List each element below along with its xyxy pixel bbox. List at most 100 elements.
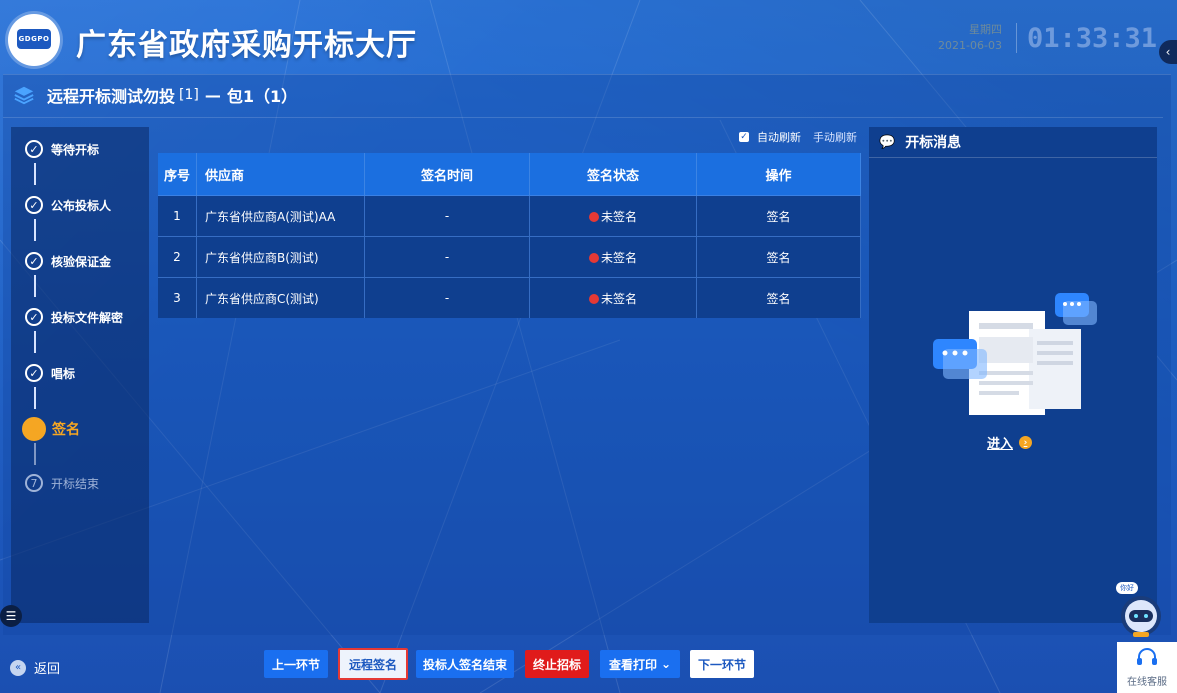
news-panel: 💬 开标消息 进入 › [869,127,1157,623]
cell-no: 2 [158,236,197,278]
back-label: 返回 [34,662,61,677]
next-step-button[interactable]: 下一环节 [690,650,754,678]
cell-time: - [364,195,530,237]
step-number-icon: 7 [25,474,43,492]
step-connector [34,163,36,185]
cell-status: 未签名 [529,236,697,278]
terminate-bid-button[interactable]: 终止招标 [525,650,589,678]
column-header-time: 签名时间 [364,153,530,196]
step-waiting: ✓ 等待开标 [25,137,99,161]
check-icon: ✓ [25,308,43,326]
clock-panel: 星期四 2021-06-03 01:33:31 [938,18,1157,58]
site-title: 广东省政府采购开标大厅 [76,28,417,63]
step-label: 投标文件解密 [51,310,124,325]
table-row: 2 广东省供应商B(测试) - 未签名 签名 [158,236,861,278]
step-announce-bids: ✓ 唱标 [25,361,75,385]
step-connector [34,331,36,353]
table-header-row: 序号 供应商 签名时间 签名状态 操作 [158,153,861,196]
view-print-button[interactable]: 查看打印 ⌄ [600,650,680,678]
step-label: 签名 [52,422,80,438]
back-arrow-icon: « [10,659,26,676]
cell-supplier: 广东省供应商C(测试) [196,277,365,318]
news-header: 💬 开标消息 [869,127,1157,158]
pencil-icon: ✎ [22,417,46,441]
check-icon: ✓ [25,364,43,382]
date: 2021-06-03 [938,39,1002,52]
step-label: 等待开标 [51,142,100,157]
step-sign: ✎ 签名 [22,417,80,441]
refresh-controls: ✓ 自动刷新 手动刷新 [739,129,857,145]
status-text: 未签名 [600,291,637,306]
manual-refresh-link[interactable]: 手动刷新 [813,129,857,145]
project-title: 远程开标测试勿投 [1] — 包1（1） [13,83,297,107]
main-panel: 远程开标测试勿投 [1] — 包1（1） ✓ 等待开标 ✓ 公布投标人 ✓ 核验… [0,74,1171,635]
sign-action-link[interactable]: 签名 [696,277,861,318]
weekday: 星期四 [968,23,1002,36]
chevron-left-icon[interactable]: ‹ [1159,40,1177,64]
cell-status: 未签名 [529,195,697,237]
bidder-sign-end-button[interactable]: 投标人签名结束 [416,650,514,678]
step-finish: 7 开标结束 [25,471,99,495]
remote-sign-button[interactable]: 远程签名 [338,648,408,680]
step-connector [34,219,36,241]
enter-label: 进入 [987,437,1014,452]
column-header-action: 操作 [696,153,861,196]
step-label: 唱标 [51,366,76,381]
red-dot-icon [588,212,599,222]
step-connector [34,275,36,297]
project-name: 远程开标测试勿投 [47,87,176,106]
step-decrypt: ✓ 投标文件解密 [25,305,123,329]
status-text: 未签名 [600,250,637,265]
cell-no: 3 [158,277,197,318]
service-label: 在线客服 [1127,677,1167,688]
chevron-down-icon: ⌄ [660,657,672,671]
signature-table: 序号 供应商 签名时间 签名状态 操作 1 广东省供应商A(测试)AA - 未签… [158,153,861,318]
divider [3,117,1163,118]
sign-action-link[interactable]: 签名 [696,236,861,278]
clock: 01:33:31 [1026,22,1157,54]
message-icon: 💬 [879,134,896,150]
robot-greeting: 你好 [1116,582,1138,594]
menu-icon[interactable]: ☰ [0,605,22,627]
cell-no: 1 [158,195,197,237]
project-package: 包1（1） [226,87,298,106]
bottom-toolbar: « 返回 上一环节 远程签名 投标人签名结束 终止招标 查看打印 ⌄ 下一环节 [0,640,1177,693]
check-icon: ✓ [25,252,43,270]
column-header-supplier: 供应商 [196,153,365,196]
cell-time: - [364,277,530,318]
cell-supplier: 广东省供应商B(测试) [196,236,365,278]
clock-divider [1015,23,1017,53]
status-text: 未签名 [600,209,637,224]
cell-time: - [364,236,530,278]
sign-action-link[interactable]: 签名 [696,195,861,237]
auto-refresh-checkbox[interactable]: ✓ [739,132,749,142]
headset-icon [1137,648,1157,665]
logo: GDGPO [8,14,60,66]
table-row: 3 广东省供应商C(测试) - 未签名 签名 [158,277,861,318]
auto-refresh-label[interactable]: 自动刷新 [757,129,801,145]
project-separator: — [204,85,221,105]
step-connector [34,443,36,465]
step-sidebar: ✓ 等待开标 ✓ 公布投标人 ✓ 核验保证金 ✓ 投标文件解密 ✓ 唱标 ✎ 签… [11,127,149,623]
online-service-button[interactable]: 在线客服 [1117,642,1177,693]
red-dot-icon [588,253,599,263]
column-header-status: 签名状态 [529,153,697,196]
red-dot-icon [588,294,599,304]
table-row: 1 广东省供应商A(测试)AA - 未签名 签名 [158,195,861,237]
step-label: 核验保证金 [51,254,112,269]
column-header-no: 序号 [158,153,197,196]
step-verify-deposit: ✓ 核验保证金 [25,249,111,273]
step-connector [34,387,36,409]
step-label: 开标结束 [51,476,100,491]
date-block: 星期四 2021-06-03 [938,22,1002,54]
news-title: 开标消息 [905,135,962,151]
cell-status: 未签名 [529,277,697,318]
enter-link[interactable]: 进入 › [987,433,1033,452]
header: GDGPO 广东省政府采购开标大厅 星期四 2021-06-03 01:33:3… [0,0,1177,74]
logo-text: GDGPO [17,29,51,49]
prev-step-button[interactable]: 上一环节 [264,650,328,678]
back-button[interactable]: « 返回 [10,658,60,677]
step-label: 公布投标人 [51,198,112,213]
layers-icon [14,86,34,105]
arrow-right-icon: › [1019,436,1033,449]
